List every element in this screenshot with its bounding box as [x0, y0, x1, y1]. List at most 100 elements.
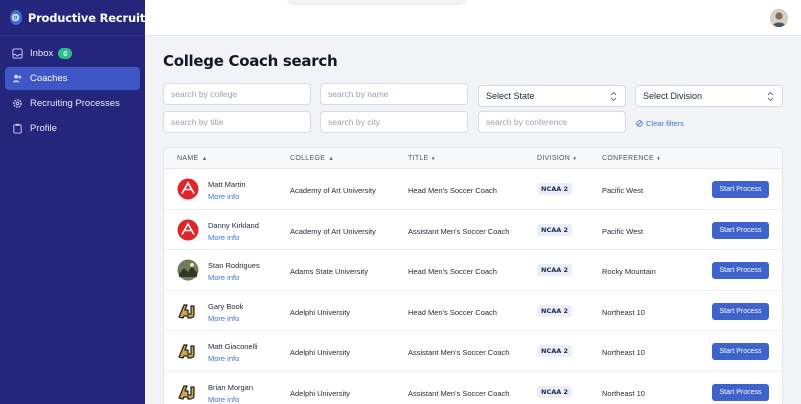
table-header: NAME ▲︎ COLLEGE ▲ TITLE ♦ DIVISION ♦ CONFERE…	[164, 148, 782, 169]
clear-icon	[636, 120, 643, 127]
sidebar-item-coaches[interactable]: Coaches	[5, 67, 140, 90]
coach-name: Matt Martin	[208, 180, 246, 189]
sidebar-nav: Inbox 0 Coaches Recruiting Processes Pro…	[0, 36, 145, 140]
coach-name-cell: Matt Giaconelli More info	[208, 342, 258, 363]
header-conference[interactable]: CONFERENCE ♦	[602, 155, 660, 162]
user-avatar[interactable]	[770, 9, 788, 27]
college-cell: Academy of Art University	[290, 226, 376, 236]
brand-name: Productive Recruit	[27, 10, 145, 25]
state-select-label: Select State	[486, 91, 535, 101]
division-badge: NCAA 2	[537, 264, 573, 276]
more-info-link[interactable]: More info	[208, 273, 260, 282]
division-badge: NCAA 2	[537, 304, 573, 317]
header-name[interactable]: NAME ▲︎	[177, 155, 208, 162]
brand-logo-icon	[10, 10, 22, 25]
college-logo-icon	[177, 300, 199, 322]
college-logo-icon	[177, 178, 199, 200]
conference-cell: Pacific West	[602, 226, 644, 236]
sidebar: Productive Recruit Inbox 0 Coaches Recru…	[0, 0, 145, 404]
conference-search-input[interactable]: search by conference	[478, 111, 626, 133]
start-process-button[interactable]: Start Process	[712, 181, 769, 198]
college-logo-icon	[177, 381, 199, 403]
table-row: Stan Rodrigues More info Adams State Unive…	[164, 250, 782, 291]
top-bar	[145, 0, 801, 36]
start-process-button[interactable]: Start Process	[712, 383, 769, 401]
gear-icon	[11, 98, 23, 110]
title-search-input[interactable]: search by title	[163, 111, 311, 133]
more-info-link[interactable]: More info	[208, 233, 259, 242]
clear-filters-link[interactable]: Clear filters	[636, 119, 684, 128]
start-process-button[interactable]: Start Process	[712, 221, 769, 239]
inbox-count-badge: 0	[58, 48, 73, 59]
chevron-up-down-icon	[610, 91, 617, 104]
college-search-input[interactable]: search by college	[163, 83, 311, 105]
division-select-label: Select Division	[643, 91, 703, 101]
more-info-link[interactable]: More info	[208, 314, 243, 323]
table-row: Gary Book More info Adelphi University Head…	[164, 291, 782, 331]
sidebar-item-label: Profile	[30, 123, 57, 134]
coach-name: Brian Morgan	[208, 382, 254, 392]
header-division-label: DIVISION	[537, 155, 571, 162]
sidebar-item-label: Coaches	[30, 73, 68, 84]
division-badge: NCAA 2	[537, 223, 573, 236]
division-badge: NCAA 2	[537, 183, 573, 195]
college-logo-icon	[177, 259, 199, 281]
table-row: Matt Giaconelli More info Adelphi Universi…	[164, 331, 782, 372]
coach-name-cell: Danny Kirkland More info	[208, 221, 259, 242]
brand[interactable]: Productive Recruit	[0, 0, 145, 36]
coach-name-cell: Gary Book More info	[208, 302, 243, 323]
division-badge: NCAA 2	[537, 345, 573, 357]
sidebar-item-profile[interactable]: Profile	[5, 117, 140, 140]
sort-icon: ♦	[431, 155, 435, 162]
more-info-link[interactable]: More info	[208, 354, 258, 363]
sort-icon: ▲︎	[201, 155, 208, 162]
header-college-label: COLLEGE	[290, 155, 326, 162]
table-row: Matt Martin More info Academy of Art Unive…	[164, 169, 782, 210]
college-cell: Adelphi University	[290, 348, 351, 357]
conference-cell: Northeast 10	[602, 307, 645, 317]
page-title: College Coach search	[163, 52, 338, 70]
top-search-bar[interactable]	[288, 0, 466, 3]
college-cell: Adelphi University	[290, 388, 351, 398]
header-conference-label: CONFERENCE	[602, 155, 655, 162]
conference-cell: Northeast 10	[602, 388, 645, 398]
division-badge: NCAA 2	[537, 385, 573, 398]
name-search-input[interactable]: search by name	[320, 83, 468, 105]
title-cell: Head Men's Soccer Coach	[408, 307, 497, 317]
header-division[interactable]: DIVISION ♦	[537, 155, 577, 162]
coach-name: Matt Giaconelli	[208, 342, 258, 351]
chevron-up-down-icon	[767, 91, 774, 104]
coach-name-cell: Matt Martin More info	[208, 180, 246, 201]
table-body: Matt Martin More info Academy of Art Unive…	[164, 169, 782, 404]
more-info-link[interactable]: More info	[208, 395, 253, 404]
division-select[interactable]: Select Division	[635, 85, 783, 107]
inbox-icon	[11, 48, 23, 60]
start-process-button[interactable]: Start Process	[712, 302, 769, 320]
sidebar-item-label: Recruiting Processes	[30, 98, 120, 109]
start-process-button[interactable]: Start Process	[712, 343, 769, 360]
start-process-button[interactable]: Start Process	[712, 262, 769, 279]
title-cell: Head Men's Soccer Coach	[408, 186, 497, 195]
table-row: Danny Kirkland More info Academy of Art Un…	[164, 210, 782, 250]
title-cell: Assistant Men's Soccer Coach	[408, 348, 510, 357]
coach-name: Gary Book	[208, 301, 244, 311]
college-cell: Academy of Art University	[290, 186, 376, 195]
college-cell: Adelphi University	[290, 307, 351, 317]
title-cell: Assistant Men's Soccer Coach	[408, 388, 510, 398]
more-info-link[interactable]: More info	[208, 192, 246, 201]
sort-asc-icon: ▲	[328, 155, 335, 162]
city-search-input[interactable]: search by city	[320, 111, 468, 133]
header-title[interactable]: TITLE ♦	[408, 155, 435, 162]
title-cell: Assistant Men's Soccer Coach	[408, 226, 510, 236]
clear-filters-label: Clear filters	[646, 119, 684, 128]
clipboard-icon	[11, 123, 23, 135]
header-title-label: TITLE	[408, 155, 429, 162]
sidebar-item-inbox[interactable]: Inbox 0	[5, 42, 140, 65]
coach-name: Stan Rodrigues	[208, 261, 260, 270]
sidebar-item-recruiting-processes[interactable]: Recruiting Processes	[5, 92, 140, 115]
header-college[interactable]: COLLEGE ▲	[290, 155, 334, 162]
state-select[interactable]: Select State	[478, 85, 626, 107]
conference-cell: Rocky Mountain	[602, 267, 656, 276]
coach-name: Danny Kirkland	[208, 220, 259, 230]
college-logo-icon	[177, 340, 199, 362]
